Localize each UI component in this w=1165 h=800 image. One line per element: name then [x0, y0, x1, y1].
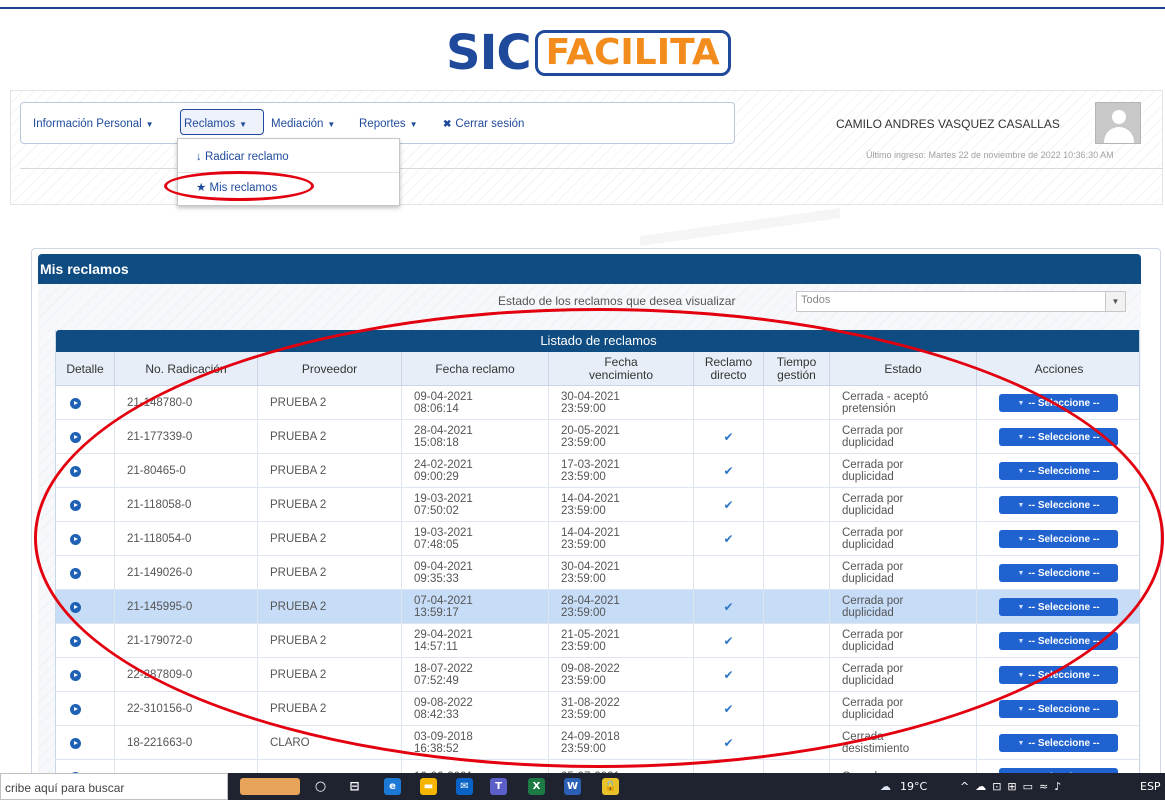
nav-reportes-label: Reportes [359, 118, 406, 130]
top-rule [0, 7, 1165, 9]
menu-item-radicar-label: Radicar reclamo [204, 151, 289, 163]
logout-link[interactable]: ✖ Cerrar sesión [443, 118, 524, 130]
estado-line2: desistimiento [842, 743, 910, 755]
panel-title: Mis reclamos [40, 261, 129, 277]
detail-cell [56, 386, 115, 420]
user-name: CAMILO ANDRES VASQUEZ CASALLAS [836, 117, 1060, 131]
nav-reclamos[interactable]: Reclamos ▼ [184, 118, 247, 130]
nav-reportes[interactable]: Reportes ▼ [359, 118, 418, 130]
edge-browser-icon[interactable]: e [384, 778, 401, 795]
play-circle-icon[interactable] [70, 703, 81, 715]
chevron-down-icon: ▼ [409, 120, 418, 129]
avatar-head [1112, 110, 1126, 124]
taskbar-search-box[interactable]: cribe aquí para buscar [0, 773, 228, 800]
radicacion-cell: 18-221663-0 [115, 726, 258, 760]
input-language[interactable]: ESP [1140, 780, 1161, 793]
acciones-select-button[interactable]: ▼-- Seleccione -- [999, 734, 1118, 752]
close-icon: ✖ [443, 119, 452, 130]
avatar-body [1104, 127, 1134, 143]
logout-label: Cerrar sesión [455, 118, 525, 130]
play-circle-icon[interactable] [70, 669, 81, 681]
play-circle-icon[interactable] [70, 635, 81, 647]
chevron-down-icon: ▼ [327, 120, 336, 129]
system-tray-icons[interactable]: ^☁⊡⊞▭≈♪ [960, 780, 1067, 793]
weather-cloud-icon: ☁ [880, 780, 891, 793]
acciones-select-label: -- Seleccione -- [1028, 703, 1100, 715]
chevron-down-icon: ▼ [239, 120, 248, 129]
detail-cell [56, 692, 115, 726]
teams-icon[interactable]: T [490, 778, 507, 795]
vpn-lock-icon[interactable]: 🔒 [602, 778, 619, 795]
estado-filter-select[interactable]: Todos ▼ [796, 291, 1126, 312]
detail-cell [56, 726, 115, 760]
page: SIC FACILITA Información Personal ▼ Recla… [0, 0, 1165, 800]
filter-selected-value: Todos [801, 294, 831, 306]
nav-mediacion-label: Mediación [271, 118, 324, 130]
windows-taskbar: cribe aquí para buscar ○ ⊟ e ▬ ✉ T X W 🔒… [0, 773, 1165, 800]
detail-cell [56, 658, 115, 692]
logo-sic-text: SIC [446, 25, 532, 81]
weather-temperature[interactable]: 19°C [900, 780, 927, 793]
acciones-select-label: -- Seleccione -- [1028, 737, 1100, 749]
mail-icon[interactable]: ✉ [456, 778, 473, 795]
acciones-select-button[interactable]: ▼-- Seleccione -- [999, 700, 1118, 718]
acciones-cell: ▼-- Seleccione -- [977, 726, 1139, 760]
search-highlight-fox-icon [240, 778, 300, 795]
task-view-icon[interactable]: ⊟ [346, 778, 363, 795]
sic-facilita-logo: SIC FACILITA [446, 28, 731, 78]
nav-mediacion[interactable]: Mediación ▼ [271, 118, 335, 130]
red-annotation-oval-table [34, 308, 1164, 768]
chevron-down-icon: ▼ [1017, 705, 1025, 713]
chevron-down-icon: ▼ [1105, 292, 1125, 311]
col-header-acciones-text: Acciones [1034, 361, 1084, 376]
panel-header [38, 254, 1141, 284]
last-login-text: Último ingreso: Martes 22 de noviembre d… [866, 150, 1114, 160]
word-icon[interactable]: W [564, 778, 581, 795]
col-header-detalle-text: Detalle [66, 361, 104, 376]
taskbar-search-text: cribe aquí para buscar [5, 781, 125, 795]
cortana-circle-icon[interactable]: ○ [312, 778, 329, 795]
play-circle-icon[interactable] [70, 431, 81, 443]
chevron-down-icon: ▼ [145, 120, 154, 129]
play-circle-icon[interactable] [70, 397, 81, 409]
nav-informacion-personal[interactable]: Información Personal ▼ [33, 118, 154, 130]
nav-informacion-personal-label: Información Personal [33, 118, 142, 130]
play-circle-icon[interactable] [70, 737, 81, 749]
red-annotation-oval-menu [164, 171, 314, 201]
file-explorer-icon[interactable]: ▬ [420, 778, 437, 795]
avatar[interactable] [1095, 102, 1141, 144]
filter-label: Estado de los reclamos que desea visuali… [498, 294, 736, 308]
arrow-down-icon: ↓ [196, 151, 202, 163]
nav-reclamos-label: Reclamos [184, 118, 236, 130]
menu-item-radicar-reclamo[interactable]: ↓ Radicar reclamo [196, 151, 289, 163]
logo-facilita-text: FACILITA [534, 30, 731, 76]
col-header-detalle: Detalle [56, 352, 115, 386]
excel-icon[interactable]: X [528, 778, 545, 795]
chevron-down-icon: ▼ [1017, 739, 1025, 747]
